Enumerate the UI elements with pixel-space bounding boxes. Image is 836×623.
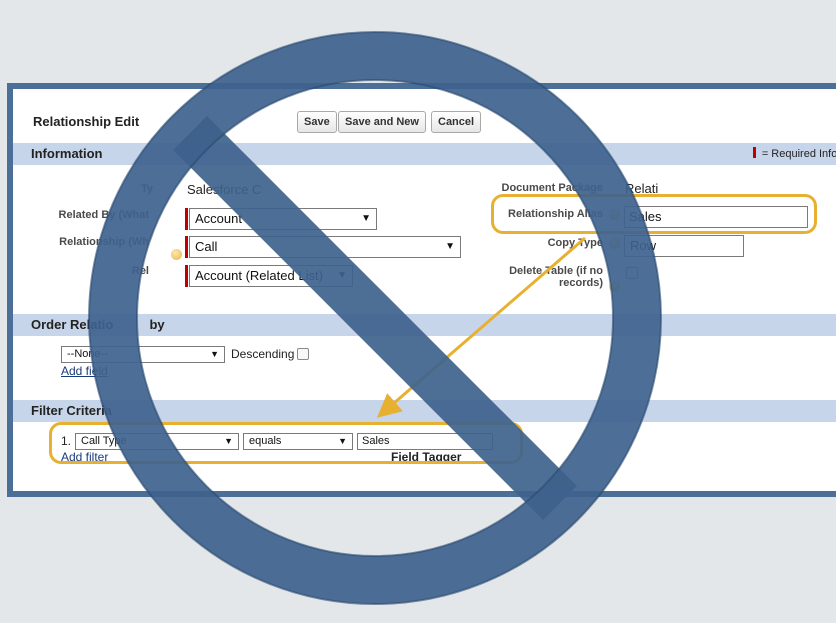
rel-select[interactable]: Account (Related List) ▼ — [189, 265, 353, 287]
order-field-select[interactable]: --None-- ▼ — [61, 346, 225, 363]
delete-table-label-line-1: Delete Table (if no — [509, 265, 603, 277]
cancel-button[interactable]: Cancel — [431, 111, 482, 133]
related-by-select[interactable]: Account ▼ — [189, 208, 377, 230]
dropdown-arrow-icon: ▼ — [337, 270, 347, 281]
type-label: Ty — [140, 183, 153, 195]
rel-label: Rel — [131, 265, 149, 277]
document-package-label: Document Package — [501, 182, 603, 194]
document-package-value: Relati — [625, 181, 659, 196]
dropdown-arrow-icon: ▼ — [224, 436, 233, 446]
copy-type-label: Copy Type — [547, 237, 603, 249]
help-icon[interactable] — [609, 281, 620, 292]
rel-selected: Account (Related List) — [195, 268, 323, 283]
filter-row-number: 1. — [61, 434, 72, 448]
relationship-alias-input[interactable]: Sales — [624, 206, 808, 228]
dropdown-arrow-icon: ▼ — [445, 241, 455, 252]
page-title: Relationship Edit — [33, 114, 140, 129]
information-section-title: Information — [31, 146, 103, 161]
edit-panel: Relationship Edit Save Save and New Canc… — [13, 89, 836, 491]
field-tagger-label: Field Tagger — [391, 450, 462, 464]
filter-field-selected: Call Type — [81, 435, 127, 447]
help-icon[interactable] — [609, 238, 620, 249]
related-by-required-marker — [185, 208, 188, 230]
relationship-alias-label: Relationship Alias — [508, 208, 603, 220]
descending-label: Descending — [231, 347, 295, 361]
rel-required-marker — [185, 265, 188, 287]
related-by-label: Related By (What — [58, 209, 149, 221]
help-icon[interactable] — [609, 209, 620, 220]
filter-section-header: Filter Criteria — [13, 400, 836, 422]
delete-table-label-line-2: records) — [558, 277, 603, 289]
required-legend: = Required Infor — [752, 143, 836, 165]
save-button[interactable]: Save — [297, 111, 337, 133]
filter-operator-selected: equals — [249, 435, 282, 447]
relationship-selected: Call — [195, 239, 218, 254]
dropdown-arrow-icon: ▼ — [338, 436, 347, 446]
filter-field-select[interactable]: Call Type ▼ — [75, 433, 239, 450]
related-by-selected: Account — [195, 211, 242, 226]
order-section-title: Order Relatio by — [31, 317, 165, 332]
relationship-label: Relationship (Wh — [59, 236, 149, 248]
delete-table-label: Delete Table (if no records) — [473, 265, 603, 289]
required-legend-text: = Required Infor — [761, 148, 836, 160]
filter-operator-select[interactable]: equals ▼ — [243, 433, 353, 450]
add-filter-link[interactable]: Add filter — [61, 450, 108, 464]
information-section-header: Information = Required Infor — [13, 143, 836, 165]
dropdown-arrow-icon: ▼ — [210, 349, 219, 359]
relationship-select[interactable]: Call ▼ — [189, 236, 461, 258]
dropdown-arrow-icon: ▼ — [361, 213, 371, 224]
copy-type-select[interactable]: Row — [624, 235, 744, 257]
filter-value-input[interactable]: Sales — [357, 433, 493, 450]
order-section-header: Order Relatio by — [13, 314, 836, 336]
help-icon[interactable] — [171, 249, 182, 260]
filter-section-title: Filter Criteria — [31, 403, 112, 418]
delete-table-checkbox[interactable] — [626, 267, 638, 279]
relationship-edit-window: Relationship Edit Save Save and New Canc… — [7, 83, 836, 497]
add-field-link[interactable]: Add field — [61, 364, 108, 378]
copy-type-selected: Row — [630, 238, 657, 253]
order-field-selected: --None-- — [67, 348, 108, 360]
required-marker-icon — [752, 147, 756, 158]
type-value: Salesforce C — [187, 182, 262, 197]
descending-checkbox[interactable] — [297, 348, 309, 360]
relationship-required-marker — [185, 236, 188, 258]
save-and-new-button[interactable]: Save and New — [338, 111, 426, 133]
